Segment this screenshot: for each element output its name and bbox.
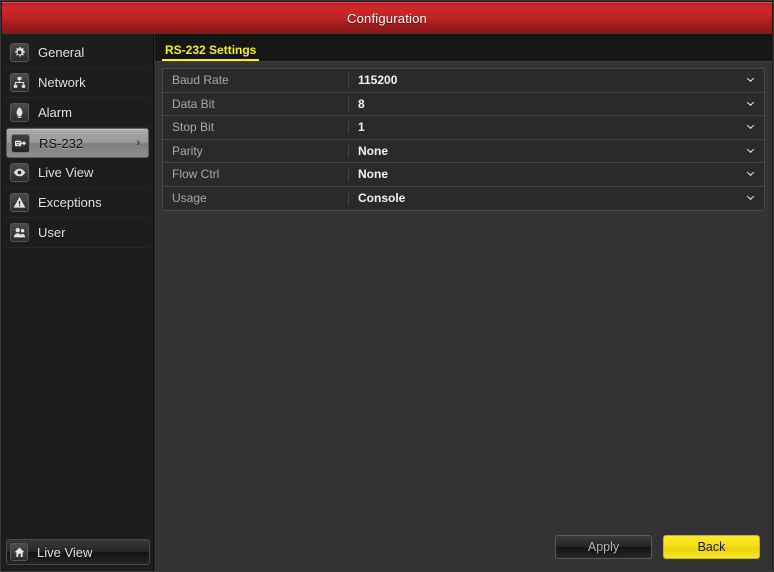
- setting-row: Parity None: [163, 139, 764, 163]
- window-title: Configuration: [347, 11, 427, 26]
- setting-dropdown-value[interactable]: 1: [349, 120, 764, 134]
- chevron-down-icon[interactable]: [746, 101, 755, 107]
- sidebar-item-live-view[interactable]: Live View: [6, 158, 149, 188]
- eye-icon: [10, 163, 29, 182]
- setting-row: Flow Ctrl None: [163, 163, 764, 187]
- setting-label: Flow Ctrl: [163, 167, 349, 182]
- sidebar-item-label: Exceptions: [38, 195, 102, 210]
- chevron-down-glyph: [746, 172, 755, 177]
- setting-label: Baud Rate: [163, 73, 349, 88]
- chevron-down-glyph: [746, 196, 755, 201]
- setting-dropdown-value[interactable]: Console: [349, 191, 764, 205]
- configuration-window: Configuration General Network Alarm RS-232 ›…: [0, 0, 774, 572]
- chevron-down-glyph: [746, 148, 755, 153]
- chevron-down-icon[interactable]: [746, 195, 755, 201]
- chevron-down-glyph: [746, 125, 755, 130]
- sidebar-item-rs-232[interactable]: RS-232 ›: [6, 128, 149, 158]
- main-panel: RS-232 Settings Baud Rate 115200 Data Bit 8…: [155, 34, 772, 571]
- setting-label: Parity: [163, 143, 349, 158]
- title-bar: Configuration: [2, 2, 772, 34]
- sidebar-item-network[interactable]: Network: [6, 68, 149, 98]
- chevron-down-icon[interactable]: [746, 77, 755, 83]
- setting-row: Data Bit 8: [163, 92, 764, 116]
- footer-buttons: Apply Back: [555, 535, 760, 559]
- users-icon: [10, 223, 29, 242]
- setting-row: Usage Console: [163, 186, 764, 210]
- sidebar-item-user[interactable]: User: [6, 218, 149, 248]
- chevron-right-icon: ›: [136, 136, 140, 149]
- setting-dropdown-value[interactable]: None: [349, 144, 764, 158]
- rs232-settings-table: Baud Rate 115200 Data Bit 8 Stop Bit 1 Parity N…: [162, 68, 765, 211]
- sidebar-bottom-label: Live View: [37, 544, 93, 560]
- chevron-down-icon[interactable]: [746, 148, 755, 154]
- sidebar-menu: General Network Alarm RS-232 › Live View Excep…: [2, 38, 153, 248]
- chevron-down-glyph: [746, 101, 755, 106]
- sidebar-item-live-view-bottom[interactable]: Live View: [6, 539, 150, 565]
- setting-label: Data Bit: [163, 96, 349, 111]
- serial-icon: [11, 133, 30, 153]
- chevron-down-icon[interactable]: [746, 124, 755, 130]
- chevron-down-icon[interactable]: [746, 171, 755, 177]
- home-icon: [10, 543, 28, 561]
- warning-icon: [10, 193, 29, 212]
- window-body: General Network Alarm RS-232 › Live View Excep…: [2, 34, 772, 571]
- apply-button[interactable]: Apply: [555, 535, 652, 559]
- sidebar-item-exceptions[interactable]: Exceptions: [6, 188, 149, 218]
- sidebar: General Network Alarm RS-232 › Live View Excep…: [2, 34, 154, 571]
- setting-dropdown-value[interactable]: None: [349, 167, 764, 181]
- gear-icon: [10, 43, 29, 62]
- setting-dropdown-value[interactable]: 8: [349, 97, 764, 111]
- setting-dropdown-value[interactable]: 115200: [349, 73, 764, 87]
- setting-row: Stop Bit 1: [163, 116, 764, 140]
- sidebar-item-label: Live View: [38, 165, 94, 180]
- sidebar-item-label: Network: [38, 75, 86, 90]
- setting-row: Baud Rate 115200: [163, 69, 764, 93]
- sidebar-item-label: RS-232: [39, 135, 84, 151]
- setting-label: Stop Bit: [163, 120, 349, 135]
- alarm-icon: [10, 103, 29, 122]
- network-icon: [10, 73, 29, 92]
- sidebar-item-general[interactable]: General: [6, 38, 149, 68]
- back-button[interactable]: Back: [663, 535, 760, 559]
- tab-rs232-settings[interactable]: RS-232 Settings: [162, 43, 260, 61]
- sidebar-item-alarm[interactable]: Alarm: [6, 98, 149, 128]
- tab-bar: RS-232 Settings: [155, 34, 772, 62]
- setting-label: Usage: [163, 191, 349, 206]
- sidebar-item-label: Alarm: [38, 105, 72, 120]
- sidebar-item-label: General: [38, 45, 85, 60]
- chevron-down-glyph: [746, 78, 755, 83]
- sidebar-item-label: User: [38, 225, 66, 240]
